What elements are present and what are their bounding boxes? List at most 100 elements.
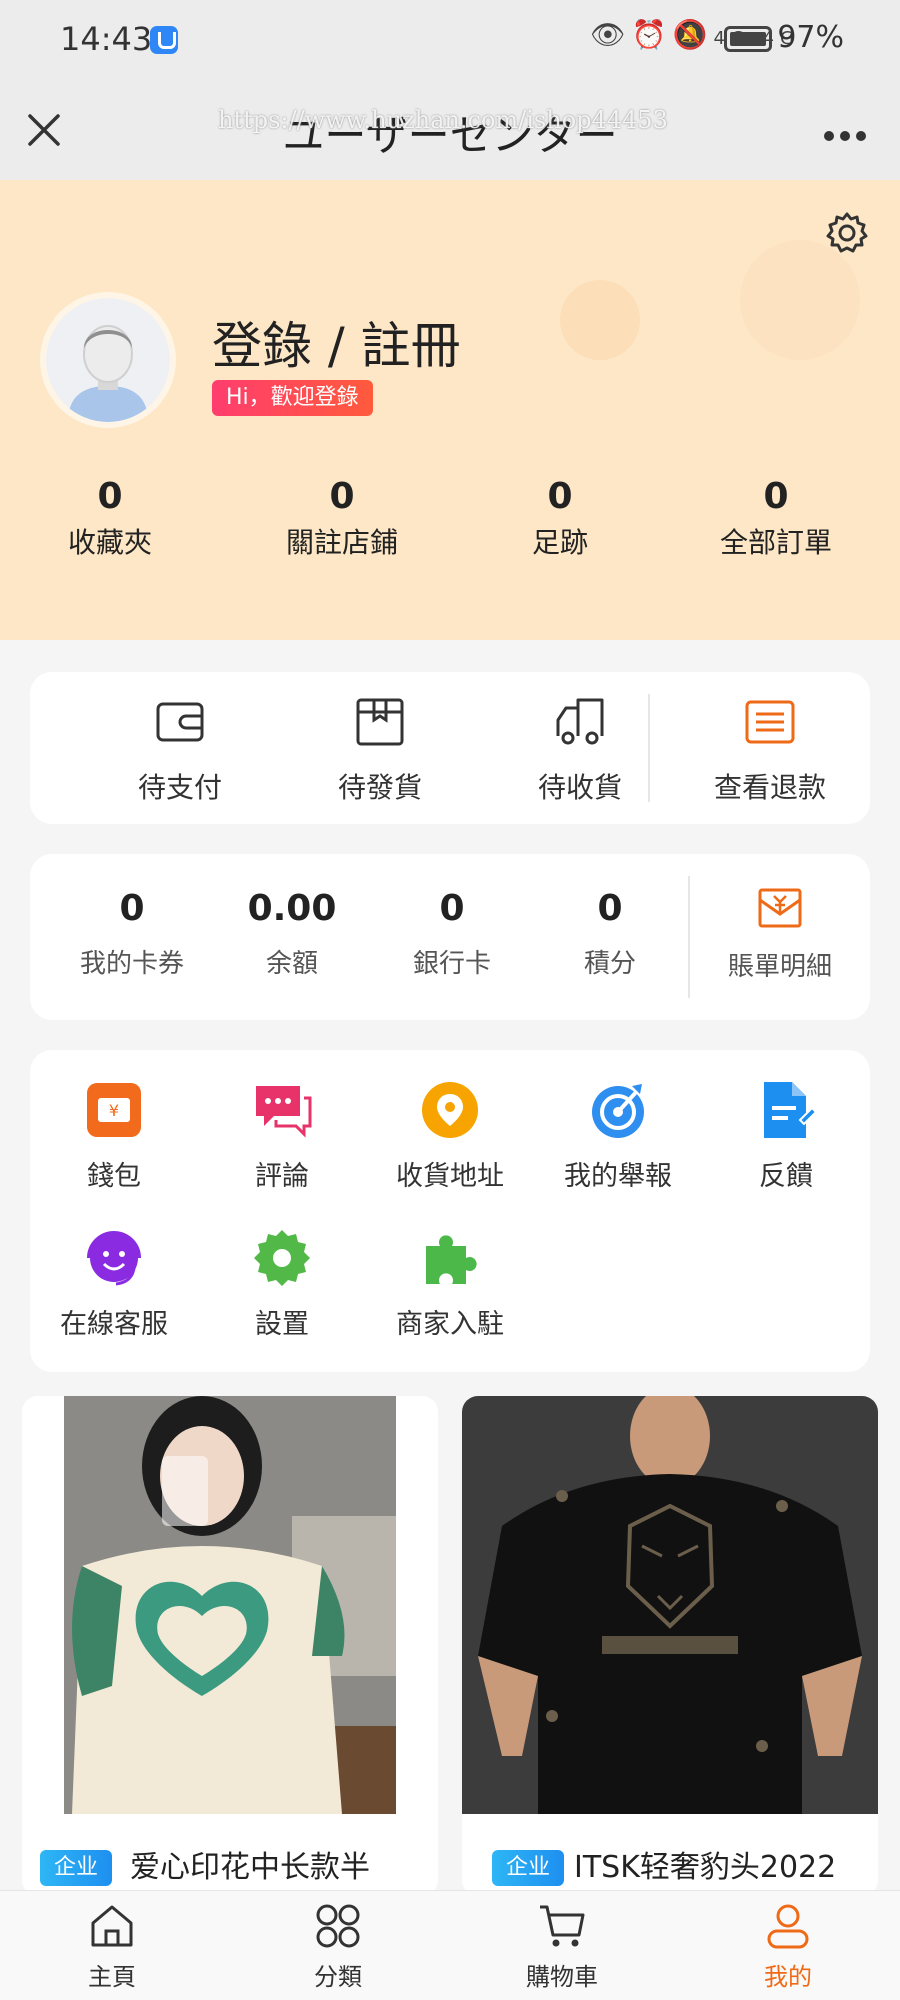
tool-label: 我的舉報 — [564, 1161, 672, 1192]
tool-customer-service[interactable]: 在線客服 — [30, 1228, 198, 1341]
tab-home[interactable]: 主頁 — [52, 1901, 172, 1992]
tool-settings[interactable]: 設置 — [198, 1228, 366, 1341]
tool-label: 錢包 — [87, 1161, 141, 1192]
asset-value: 0 — [597, 888, 623, 929]
bottom-tab-bar: 主頁 分類 購物車 我的 — [0, 1890, 900, 2000]
alarm-icon: ⏰ — [631, 18, 673, 51]
asset-label: 余額 — [265, 949, 318, 979]
location-icon — [422, 1082, 478, 1138]
stat-value: 0 — [547, 476, 573, 517]
tab-label: 分類 — [314, 1963, 362, 1991]
bill-label: 賬單明細 — [727, 952, 832, 982]
feedback-icon — [764, 1082, 818, 1138]
asset-label: 我的卡券 — [79, 949, 184, 979]
support-icon — [87, 1231, 141, 1286]
tool-feedback[interactable]: 反饋 — [702, 1080, 870, 1193]
wallet-icon: ¥ — [87, 1083, 141, 1137]
default-avatar-icon — [46, 298, 170, 422]
cart-icon — [540, 1905, 585, 1947]
tool-label: 評論 — [255, 1161, 309, 1192]
header-decoration — [740, 240, 860, 360]
target-icon — [592, 1084, 644, 1138]
order-label: 待收貨 — [537, 771, 622, 804]
tools-card: ¥ 錢包 評論 收貨地址 我的舉報 反饋 在線客服 設置 商家入駐 — [30, 1050, 870, 1372]
order-status-card: 待支付 待發貨 待收貨 查看退款 — [30, 672, 870, 824]
tool-label: 設置 — [255, 1309, 309, 1340]
product-card[interactable]: 企业 爱心印花中长款半 — [22, 1396, 438, 1896]
tool-label: 商家入駐 — [396, 1309, 504, 1340]
welcome-badge: Hi，歡迎登錄 — [212, 380, 373, 416]
notification-app-icon — [150, 26, 178, 54]
order-label: 待發貨 — [337, 771, 422, 804]
assets-card: 0 我的卡券 0.00 余額 0 銀行卡 0 積分 賬單明細 — [30, 854, 870, 1020]
tool-comments[interactable]: 評論 — [198, 1080, 366, 1193]
tool-label: 在線客服 — [60, 1309, 168, 1340]
svg-text:¥: ¥ — [109, 1101, 119, 1120]
stat-label: 足跡 — [531, 526, 588, 559]
stat-all-orders[interactable]: 0 全部訂單 — [676, 476, 876, 561]
asset-coupons[interactable]: 0 我的卡券 — [52, 888, 212, 980]
login-register-link[interactable]: 登錄 / 註冊 — [212, 306, 461, 378]
stat-favorites[interactable]: 0 收藏夾 — [10, 476, 210, 561]
stat-label: 全部訂單 — [719, 526, 832, 559]
gear-icon — [254, 1230, 310, 1286]
tool-reports[interactable]: 我的舉報 — [534, 1080, 702, 1193]
wallet-icon — [156, 702, 204, 742]
list-icon — [745, 700, 795, 744]
product-image — [462, 1396, 878, 1814]
tab-label: 我的 — [764, 1963, 812, 1991]
asset-label: 銀行卡 — [412, 949, 491, 979]
category-icon — [316, 1904, 360, 1948]
settings-gear-icon[interactable] — [824, 210, 870, 256]
stat-value: 0 — [763, 476, 789, 517]
stat-value: 0 — [329, 476, 355, 517]
home-icon — [91, 1905, 133, 1947]
enterprise-tag: 企业 — [492, 1850, 565, 1886]
tab-cart[interactable]: 購物車 — [502, 1901, 622, 1992]
tool-label: 反饋 — [759, 1161, 813, 1192]
comment-icon — [256, 1086, 312, 1138]
stat-followed-shops[interactable]: 0 關註店鋪 — [242, 476, 442, 561]
tab-label: 購物車 — [526, 1963, 598, 1991]
watermark-text: https://www.huzhan.com/ishop44453 — [218, 106, 668, 134]
mute-icon: 🔕 — [672, 18, 714, 51]
order-refunds[interactable]: 查看退款 — [670, 696, 870, 806]
asset-bank-cards[interactable]: 0 銀行卡 — [372, 888, 532, 980]
bill-envelope-icon — [758, 888, 802, 928]
tab-mine[interactable]: 我的 — [728, 1901, 848, 1992]
tool-label: 收貨地址 — [396, 1161, 504, 1192]
avatar[interactable] — [46, 298, 170, 422]
battery-percent: 97% — [777, 20, 844, 55]
tab-label: 主頁 — [88, 1963, 136, 1991]
asset-balance[interactable]: 0.00 余額 — [212, 888, 372, 980]
order-pending-receipt[interactable]: 待收貨 — [480, 696, 680, 806]
stat-label: 收藏夾 — [67, 526, 152, 559]
order-label: 待支付 — [137, 771, 222, 804]
truck-icon — [556, 698, 604, 745]
tool-wallet[interactable]: ¥ 錢包 — [30, 1080, 198, 1193]
asset-points[interactable]: 0 積分 — [530, 888, 690, 980]
stat-value: 0 — [97, 476, 123, 517]
tool-merchant-join[interactable]: 商家入駐 — [366, 1228, 534, 1341]
bill-details-button[interactable]: 賬單明細 — [700, 884, 860, 983]
box-icon — [356, 698, 404, 746]
title-bar: ユーザーセンター https://www.huzhan.com/ishop444… — [0, 82, 900, 180]
divider — [688, 876, 690, 998]
asset-value: 0 — [439, 888, 465, 929]
product-card[interactable]: 企业 ITSK轻奢豹头2022 — [462, 1396, 878, 1896]
more-icon — [824, 131, 866, 141]
divider — [648, 694, 650, 802]
order-pending-payment[interactable]: 待支付 — [80, 696, 280, 806]
status-time: 14:43 — [60, 20, 153, 58]
more-button[interactable] — [820, 98, 870, 158]
order-label: 查看退款 — [713, 771, 826, 804]
header-decoration — [560, 280, 640, 360]
stat-footprints[interactable]: 0 足跡 — [460, 476, 660, 561]
user-header: 登錄 / 註冊 Hi，歡迎登錄 0 收藏夾 0 關註店鋪 0 足跡 0 全部訂單 — [0, 180, 900, 640]
status-bar: 14:43 👁⏰🔕4G 4G 97% — [0, 0, 900, 82]
user-icon — [767, 1904, 809, 1949]
order-pending-shipment[interactable]: 待發貨 — [280, 696, 480, 806]
battery-icon — [724, 26, 772, 52]
tab-categories[interactable]: 分類 — [278, 1901, 398, 1992]
tool-address[interactable]: 收貨地址 — [366, 1080, 534, 1193]
